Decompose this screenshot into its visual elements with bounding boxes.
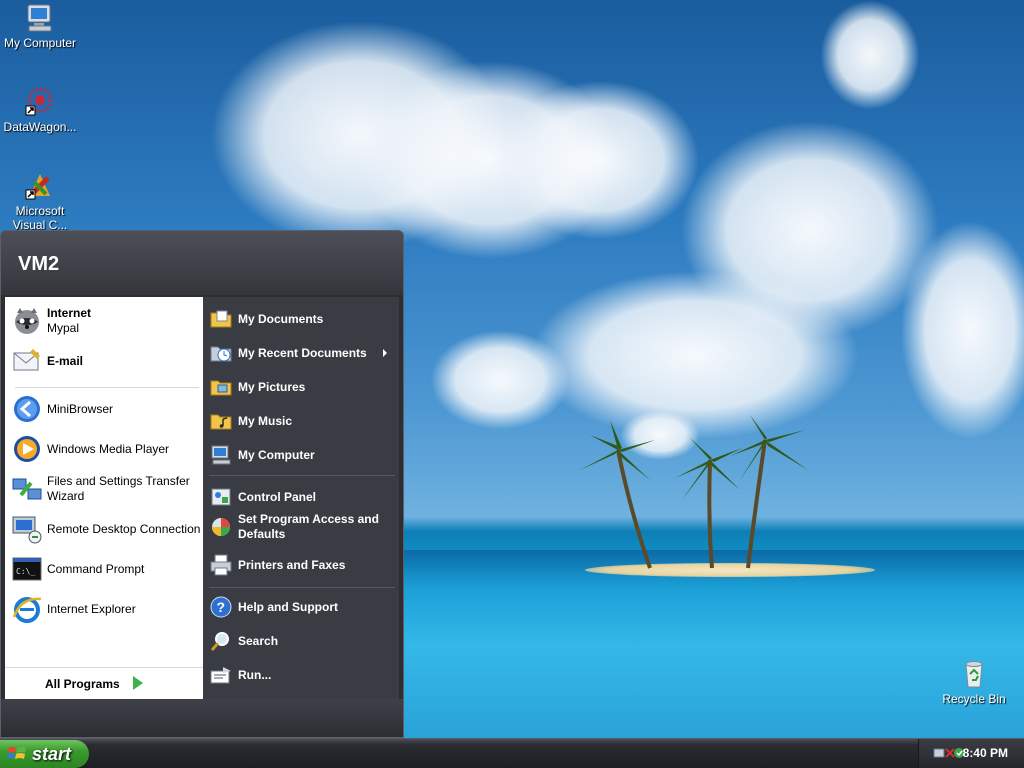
recent-documents-icon bbox=[210, 346, 232, 362]
user-name: VM2 bbox=[18, 253, 60, 275]
right-label: My Computer bbox=[238, 447, 315, 462]
windows-flag-icon bbox=[7, 747, 26, 759]
taskbar: start 8:40 PM bbox=[0, 738, 1024, 768]
computer-icon bbox=[211, 445, 231, 465]
recent-label: Files and Settings Transfer Wizard bbox=[47, 474, 190, 503]
right-my-recent-documents[interactable]: My Recent Documents bbox=[209, 341, 395, 365]
recent-label: Remote Desktop Connection bbox=[47, 521, 201, 536]
cloud bbox=[500, 80, 700, 240]
recent-command-prompt[interactable]: C:\_ Command Prompt bbox=[11, 553, 201, 585]
recent-files-settings-transfer[interactable]: Files and Settings Transfer Wizard bbox=[11, 473, 201, 505]
run-icon bbox=[210, 667, 231, 684]
internet-explorer-icon bbox=[12, 597, 42, 623]
right-label: Printers and Faxes bbox=[238, 557, 346, 572]
recent-minibrowser[interactable]: MiniBrowser bbox=[11, 393, 201, 425]
desktop-icon-label: Recycle Bin bbox=[942, 692, 1006, 706]
desktop-icon-label: My Computer bbox=[3, 36, 77, 50]
recent-label: Internet Explorer bbox=[47, 601, 136, 616]
cloud bbox=[900, 220, 1024, 440]
recent-internet-explorer[interactable]: Internet Explorer bbox=[11, 593, 201, 625]
right-label: Search bbox=[238, 633, 279, 648]
search-icon bbox=[210, 632, 229, 651]
right-label: My Documents bbox=[238, 311, 324, 326]
separator bbox=[209, 475, 395, 476]
system-tray: 8:40 PM bbox=[918, 739, 1024, 768]
right-label: My Recent Documents bbox=[238, 345, 367, 360]
command-prompt-icon: C:\_ bbox=[12, 557, 42, 581]
right-set-program-access[interactable]: Set Program Access and Defaults bbox=[209, 512, 395, 542]
separator bbox=[15, 387, 199, 388]
mypal-raccoon-icon bbox=[15, 308, 39, 334]
palm-trees bbox=[580, 415, 808, 569]
folder-music-icon bbox=[210, 414, 232, 430]
all-programs-button[interactable]: All Programs bbox=[5, 667, 203, 699]
right-label: Control Panel bbox=[238, 489, 317, 504]
visual-studio-icon bbox=[25, 174, 50, 200]
right-printers-faxes[interactable]: Printers and Faxes bbox=[209, 553, 395, 577]
separator bbox=[209, 587, 395, 588]
printer-icon bbox=[210, 554, 232, 576]
recent-windows-media-player[interactable]: Windows Media Player bbox=[11, 433, 201, 465]
right-my-computer[interactable]: My Computer bbox=[209, 443, 395, 467]
start-button[interactable]: start bbox=[0, 740, 89, 768]
submenu-arrow-icon bbox=[383, 349, 387, 357]
datawagon-icon bbox=[25, 87, 53, 116]
right-label: My Music bbox=[238, 413, 293, 428]
tray-network-icon[interactable] bbox=[933, 745, 965, 761]
desktop-icon-my-computer[interactable]: My Computer bbox=[0, 2, 80, 50]
right-help-support[interactable]: ? Help and Support bbox=[209, 595, 395, 619]
program-access-icon bbox=[212, 518, 230, 536]
desktop-icon-label: Microsoft Visual C... bbox=[12, 204, 68, 232]
recent-label: Command Prompt bbox=[47, 561, 145, 576]
start-menu-right-pane: My Documents My Recent Documents My Pict… bbox=[203, 297, 399, 699]
recent-label: Windows Media Player bbox=[47, 441, 170, 456]
pinned-internet[interactable]: Internet Mypal bbox=[11, 305, 201, 337]
desktop-icon-datawagon[interactable]: DataWagon... bbox=[0, 86, 80, 134]
computer-icon bbox=[27, 4, 52, 32]
right-label: Set Program Access and Defaults bbox=[238, 512, 379, 541]
all-programs-arrow-icon bbox=[133, 676, 143, 690]
media-player-icon bbox=[14, 436, 40, 462]
right-run[interactable]: Run... bbox=[209, 663, 395, 687]
transfer-wizard-icon bbox=[12, 478, 42, 500]
right-label: Help and Support bbox=[238, 599, 338, 614]
minibrowser-icon bbox=[14, 396, 40, 422]
recent-remote-desktop[interactable]: Remote Desktop Connection bbox=[11, 513, 201, 545]
svg-text:?: ? bbox=[217, 599, 226, 615]
desktop-icon-visual-c[interactable]: Microsoft Visual C... bbox=[0, 170, 80, 232]
right-control-panel[interactable]: Control Panel bbox=[209, 485, 395, 509]
desktop-icon-label: DataWagon... bbox=[3, 120, 77, 134]
start-menu-left-pane: Internet Mypal E-mail MiniBrowser Window… bbox=[5, 297, 203, 699]
all-programs-label: All Programs bbox=[45, 677, 120, 691]
svg-text:C:\_: C:\_ bbox=[16, 567, 35, 576]
start-menu: VM2 Internet Mypal E-mail MiniBrowser Wi… bbox=[0, 230, 404, 738]
pinned-title: E-mail bbox=[47, 353, 84, 368]
pinned-title: Internet bbox=[47, 306, 92, 320]
right-search[interactable]: Search bbox=[209, 629, 395, 653]
right-my-pictures[interactable]: My Pictures bbox=[209, 375, 395, 399]
help-icon: ? bbox=[210, 596, 232, 618]
clock[interactable]: 8:40 PM bbox=[963, 746, 1008, 760]
right-label: My Pictures bbox=[238, 379, 306, 394]
right-my-documents[interactable]: My Documents bbox=[209, 307, 395, 331]
desktop-icon-recycle-bin[interactable]: Recycle Bin bbox=[934, 658, 1014, 706]
folder-pictures-icon bbox=[210, 380, 232, 396]
control-panel-icon bbox=[211, 488, 231, 506]
pinned-email[interactable]: E-mail bbox=[11, 345, 201, 377]
start-menu-footer bbox=[1, 699, 403, 737]
start-menu-header: VM2 bbox=[1, 231, 403, 295]
start-label: start bbox=[32, 744, 72, 764]
folder-documents-icon bbox=[210, 310, 232, 328]
recent-label: MiniBrowser bbox=[47, 401, 114, 416]
email-icon bbox=[13, 349, 40, 371]
remote-desktop-icon bbox=[12, 516, 42, 544]
right-my-music[interactable]: My Music bbox=[209, 409, 395, 433]
right-label: Run... bbox=[238, 667, 272, 682]
recycle-bin-icon bbox=[965, 661, 983, 688]
cloud bbox=[820, 0, 920, 110]
pinned-subtitle: Mypal bbox=[47, 321, 80, 335]
